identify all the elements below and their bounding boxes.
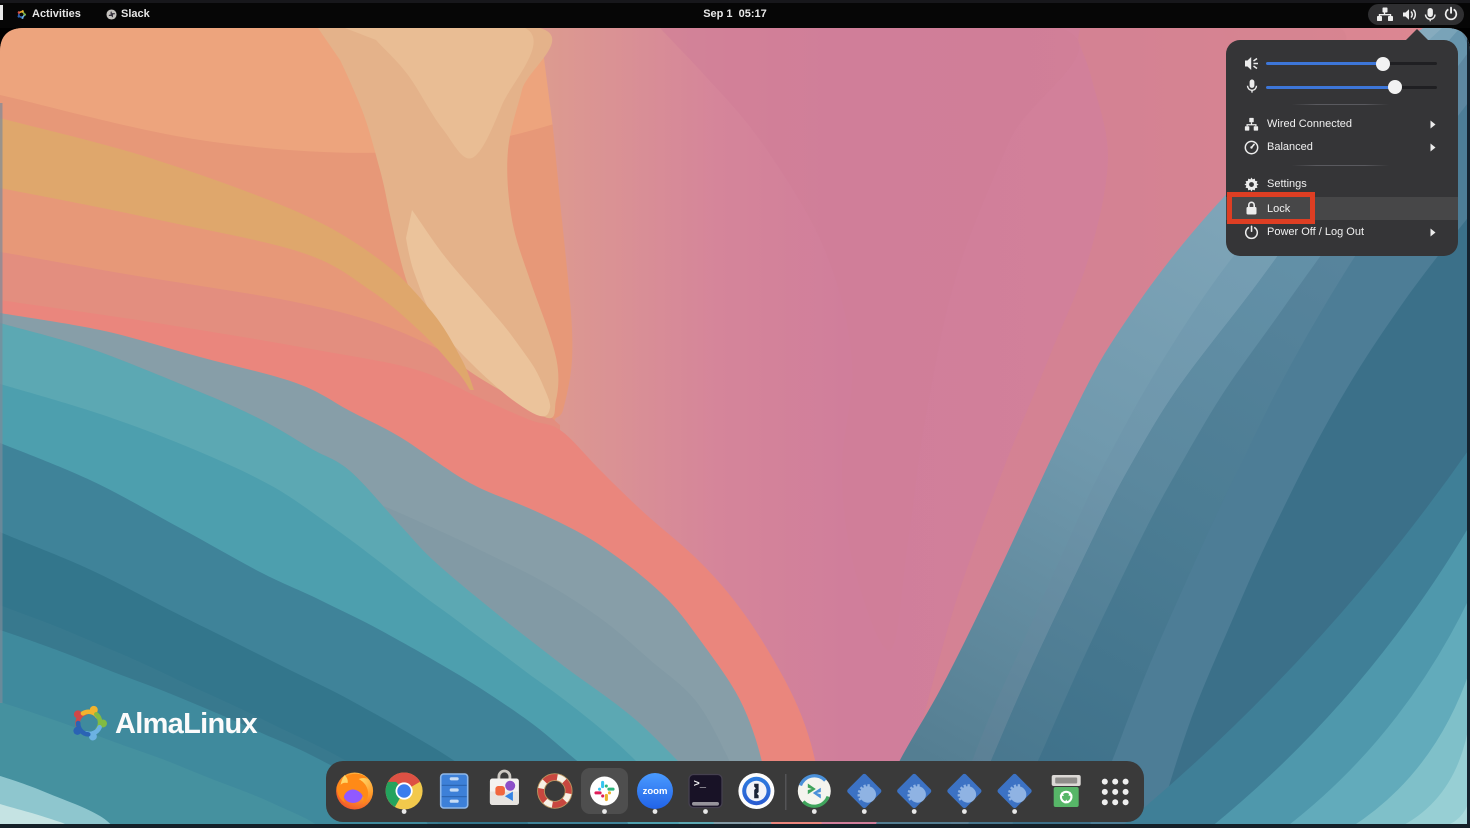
svg-text:zoom: zoom bbox=[643, 786, 668, 797]
svg-text:>_: >_ bbox=[694, 779, 707, 791]
